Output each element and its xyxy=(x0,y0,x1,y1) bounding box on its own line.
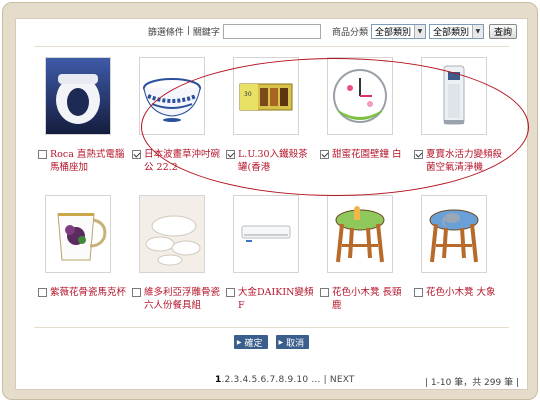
product-title[interactable]: 維多利亞浮雕骨瓷六人份餐具組 xyxy=(144,286,222,312)
outer-frame: 篩選條件 | 關鍵字 商品分類 全部類別 ▼ 全部類別 ▼ 查詢 Roca 直熱… xyxy=(2,2,538,400)
keyword-input[interactable] xyxy=(222,23,321,39)
filter-label: 篩選條件 xyxy=(147,27,184,38)
category-select-primary-value: 全部類別 xyxy=(374,27,411,38)
filter-separator: | xyxy=(186,26,190,36)
product-card: 30 L.U.30入鐵殼茶罐(香港 xyxy=(226,57,319,195)
product-checkbox[interactable] xyxy=(320,150,329,159)
product-checkbox[interactable] xyxy=(226,288,235,297)
play-arrow-icon: ▶ xyxy=(278,338,284,346)
product-row: 紫薇花骨瓷馬克杯 維多利亞浮雕骨瓷六人份餐具組 大金DAIKIN變頻F 花色小木… xyxy=(38,195,518,333)
toilet-seat-image[interactable] xyxy=(45,57,111,135)
product-card: 維多利亞浮雕骨瓷六人份餐具組 xyxy=(132,195,225,333)
category-select-secondary-value: 全部類別 xyxy=(432,27,469,38)
air-conditioner-image[interactable] xyxy=(233,195,299,273)
product-checkbox[interactable] xyxy=(414,288,423,297)
search-bar: 篩選條件 | 關鍵字 商品分類 全部類別 ▼ 全部類別 ▼ 查詢 xyxy=(148,23,517,39)
product-title[interactable]: L.U.30入鐵殼茶罐(香港 xyxy=(238,148,316,174)
bowl-image[interactable] xyxy=(139,57,205,135)
divider xyxy=(34,327,509,328)
product-card: 紫薇花骨瓷馬克杯 xyxy=(38,195,131,333)
cancel-button[interactable]: ▶ 取消 xyxy=(275,335,310,349)
divider xyxy=(34,46,509,47)
product-title[interactable]: 甜蜜花園壁鐘 白 xyxy=(332,148,410,174)
chevron-down-icon[interactable]: ▼ xyxy=(413,24,425,38)
tea-tins-image[interactable]: 30 xyxy=(233,57,299,135)
query-button[interactable]: 查詢 xyxy=(488,23,517,39)
play-arrow-icon: ▶ xyxy=(236,338,242,346)
svg-text:30: 30 xyxy=(244,91,252,98)
air-purifier-icon xyxy=(443,65,465,125)
toilet-seat-icon xyxy=(46,58,110,134)
product-title[interactable]: 紫薇花骨瓷馬克杯 xyxy=(50,286,128,312)
bowl-icon xyxy=(143,78,201,122)
product-checkbox[interactable] xyxy=(132,150,141,159)
product-title[interactable]: 花色小木凳 大象 xyxy=(426,286,504,312)
category-select-primary[interactable]: 全部類別 ▼ xyxy=(370,23,426,39)
product-card: 大金DAIKIN變頻F xyxy=(226,195,319,333)
wall-clock-image[interactable] xyxy=(327,57,393,135)
tea-tins-icon: 30 xyxy=(239,83,293,111)
product-title[interactable]: 日本波畫草沖吋碗公 22.2 xyxy=(144,148,222,174)
tableware-icon xyxy=(140,196,204,272)
product-card: 甜蜜花園壁鐘 白 xyxy=(320,57,413,195)
product-card: 花色小木凳 大象 xyxy=(414,195,507,333)
confirm-button[interactable]: ▶ 確定 xyxy=(233,335,268,349)
page-links[interactable]: .2.3.4.5.6.7.8.9.10 ... xyxy=(221,375,320,385)
chevron-down-icon[interactable]: ▼ xyxy=(471,24,483,38)
next-page-link[interactable]: | NEXT xyxy=(324,375,355,385)
product-checkbox[interactable] xyxy=(320,288,329,297)
confirm-button-label: 確定 xyxy=(244,338,263,349)
product-grid: Roca 直熱式電腦馬桶座加 日本波畫草沖吋碗公 22.2 30 L.U.30入… xyxy=(38,57,518,333)
giraffe-stool-icon xyxy=(335,206,385,263)
category-label: 商品分類 xyxy=(331,27,368,38)
giraffe-stool-image[interactable] xyxy=(327,195,393,273)
product-checkbox[interactable] xyxy=(132,288,141,297)
category-select-secondary[interactable]: 全部類別 ▼ xyxy=(428,23,484,39)
product-row: Roca 直熱式電腦馬桶座加 日本波畫草沖吋碗公 22.2 30 L.U.30入… xyxy=(38,57,518,195)
keyword-label: 關鍵字 xyxy=(192,27,220,38)
pagination: 1.2.3.4.5.6.7.8.9.10 ... | NEXT xyxy=(215,375,355,385)
product-title[interactable]: Roca 直熱式電腦馬桶座加 xyxy=(50,148,128,174)
product-title[interactable]: 夏寶水活力變頻殺菌空氣清淨機 xyxy=(426,148,504,174)
product-title[interactable]: 大金DAIKIN變頻F xyxy=(238,286,316,312)
product-card: 夏寶水活力變頻殺菌空氣清淨機 xyxy=(414,57,507,195)
air-purifier-image[interactable] xyxy=(421,57,487,135)
product-card: 日本波畫草沖吋碗公 22.2 xyxy=(132,57,225,195)
cancel-button-label: 取消 xyxy=(286,338,305,349)
action-buttons: ▶ 確定 ▶ 取消 xyxy=(16,335,527,349)
product-checkbox[interactable] xyxy=(38,150,47,159)
product-checkbox[interactable] xyxy=(38,288,47,297)
elephant-stool-icon xyxy=(429,209,479,263)
product-picker-panel: 篩選條件 | 關鍵字 商品分類 全部類別 ▼ 全部類別 ▼ 查詢 Roca 直熱… xyxy=(15,18,529,390)
wall-clock-icon xyxy=(333,69,387,123)
air-conditioner-icon xyxy=(241,225,291,242)
mug-icon xyxy=(57,213,107,261)
elephant-stool-image[interactable] xyxy=(421,195,487,273)
product-checkbox[interactable] xyxy=(414,150,423,159)
tableware-image[interactable] xyxy=(139,195,205,273)
product-checkbox[interactable] xyxy=(226,150,235,159)
result-count: | 1-10 筆，共 299 筆 | xyxy=(425,378,519,388)
mug-image[interactable] xyxy=(45,195,111,273)
product-title[interactable]: 花色小木凳 長頸鹿 xyxy=(332,286,410,312)
product-card: 花色小木凳 長頸鹿 xyxy=(320,195,413,333)
product-card: Roca 直熱式電腦馬桶座加 xyxy=(38,57,131,195)
